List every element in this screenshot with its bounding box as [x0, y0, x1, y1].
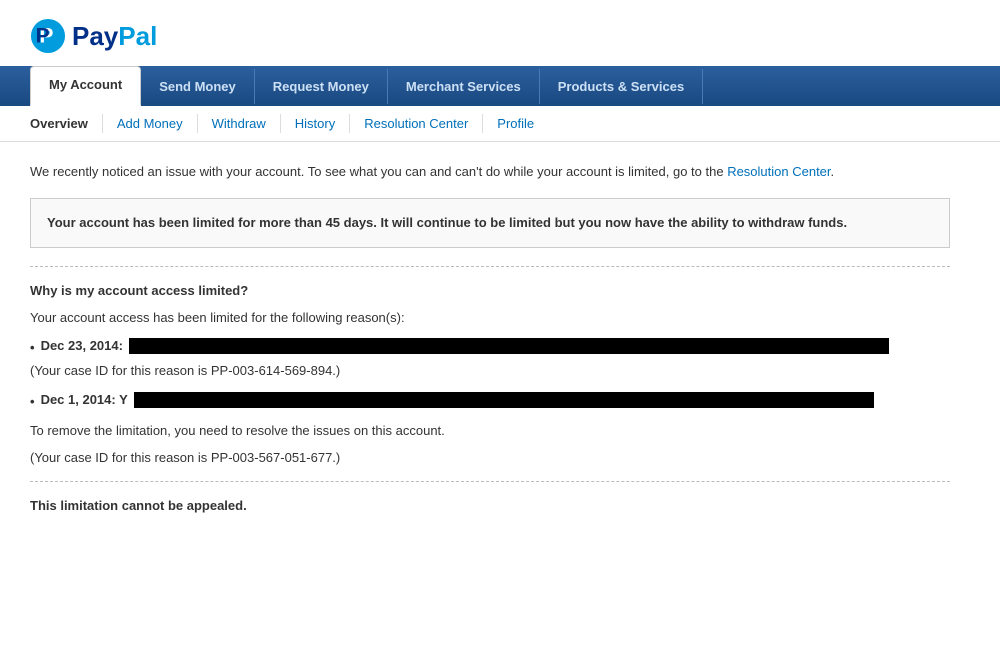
bullet-2: • [30, 394, 35, 409]
reason-item-2: • Dec 1, 2014: Y [30, 392, 950, 409]
warning-box: Your account has been limited for more t… [30, 198, 950, 249]
divider-2 [30, 481, 950, 482]
nav-item-send-money[interactable]: Send Money [141, 69, 255, 104]
section-intro: Your account access has been limited for… [30, 308, 950, 328]
nav-item-my-account[interactable]: My Account [30, 66, 141, 106]
notice-period: . [831, 164, 835, 179]
main-nav: My Account Send Money Request Money Merc… [0, 66, 1000, 106]
bullet-1: • [30, 340, 35, 355]
main-content: We recently noticed an issue with your a… [0, 142, 980, 543]
footer-text: This limitation cannot be appealed. [30, 498, 950, 513]
paypal-logo-icon: P P [30, 18, 66, 54]
sub-nav-profile[interactable]: Profile [482, 114, 548, 133]
case-id-2: (Your case ID for this reason is PP-003-… [30, 450, 950, 465]
redacted-bar-2 [134, 392, 874, 408]
sub-nav-history[interactable]: History [280, 114, 349, 133]
divider-1 [30, 266, 950, 267]
reason-item-1: • Dec 23, 2014: [30, 338, 950, 355]
notice-bar: We recently noticed an issue with your a… [30, 162, 950, 182]
reason-date-2: Dec 1, 2014: Y [41, 392, 128, 407]
nav-item-request-money[interactable]: Request Money [255, 69, 388, 104]
section-title: Why is my account access limited? [30, 283, 950, 298]
sub-nav: Overview Add Money Withdraw History Reso… [0, 106, 1000, 142]
svg-text:P: P [36, 25, 50, 48]
sub-nav-resolution-center[interactable]: Resolution Center [349, 114, 482, 133]
logo-text: PayPal [72, 21, 157, 52]
warning-text: Your account has been limited for more t… [47, 215, 847, 230]
nav-item-products-services[interactable]: Products & Services [540, 69, 703, 104]
logo-area: P P PayPal [0, 0, 1000, 66]
paypal-logo[interactable]: P P PayPal [30, 18, 970, 54]
nav-item-merchant-services[interactable]: Merchant Services [388, 69, 540, 104]
case-id-1: (Your case ID for this reason is PP-003-… [30, 363, 950, 378]
sub-nav-add-money[interactable]: Add Money [102, 114, 197, 133]
sub-nav-overview[interactable]: Overview [30, 114, 102, 133]
sub-nav-withdraw[interactable]: Withdraw [197, 114, 280, 133]
redacted-bar-1 [129, 338, 889, 354]
reason-date-1: Dec 23, 2014: [41, 338, 123, 353]
notice-text-before: We recently noticed an issue with your a… [30, 164, 724, 179]
remove-text: To remove the limitation, you need to re… [30, 421, 950, 441]
resolution-center-link[interactable]: Resolution Center [727, 164, 830, 179]
